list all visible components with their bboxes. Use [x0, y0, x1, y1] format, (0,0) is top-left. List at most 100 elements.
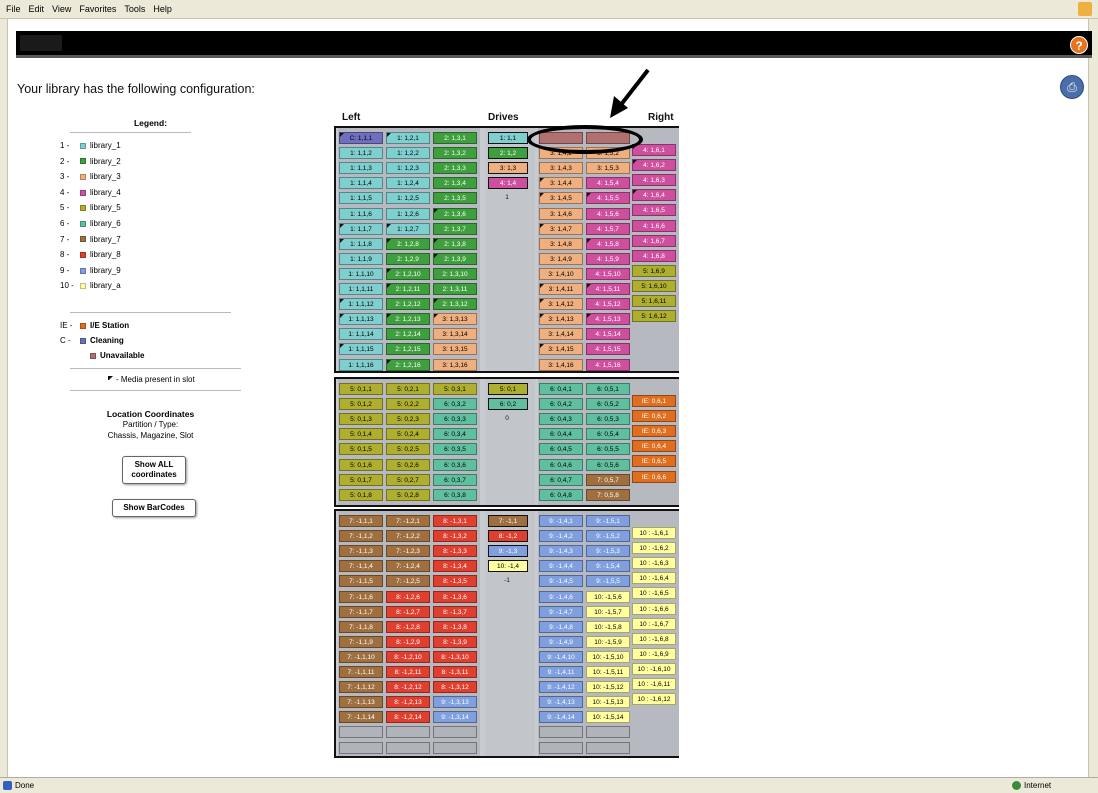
storage-slot[interactable]: 4: 1,6,4 [632, 189, 676, 202]
storage-slot[interactable]: 4: 1,6,1 [632, 144, 676, 156]
storage-slot[interactable]: C: 1,1,1 [339, 132, 383, 144]
storage-slot[interactable]: 1: 1,1,2 [339, 147, 383, 160]
storage-slot[interactable]: 10 : -1,6,2 [632, 542, 676, 555]
storage-slot[interactable]: 6: 0,5,3 [586, 413, 630, 426]
storage-slot[interactable]: 6: 0,4,3 [539, 413, 583, 426]
storage-slot[interactable]: 8: -1,3,4 [433, 560, 477, 573]
storage-slot[interactable]: 1: 1,1,16 [339, 358, 383, 371]
storage-slot[interactable]: 3: 1,4,9 [539, 252, 583, 265]
storage-slot[interactable]: 6: 0,3,6 [433, 458, 477, 471]
drive-slot[interactable]: 1: 1,1 [488, 132, 528, 144]
empty-slot[interactable] [386, 741, 430, 754]
storage-slot[interactable]: IE: 0,6,1 [632, 395, 676, 407]
storage-slot[interactable]: 2: 1,3,10 [433, 267, 477, 280]
drive-slot[interactable]: 9: -1,3 [488, 545, 528, 558]
storage-slot[interactable]: 2: 1,2,15 [386, 343, 430, 356]
storage-slot[interactable]: 9: -1,4,4 [539, 560, 583, 573]
show-barcodes-button[interactable]: Show BarCodes [112, 499, 196, 517]
storage-slot[interactable]: 10: -1,5,8 [586, 620, 630, 633]
storage-slot[interactable]: 7: 0,5,7 [586, 473, 630, 486]
storage-slot[interactable]: 4: 1,5,4 [586, 177, 630, 190]
storage-slot[interactable]: 10 : -1,6,1 [632, 527, 676, 539]
storage-slot[interactable]: 2: 1,2,9 [386, 252, 430, 265]
storage-slot[interactable]: IE: 0,6,5 [632, 455, 676, 468]
storage-slot[interactable]: 3: 1,5,3 [586, 162, 630, 175]
storage-slot[interactable]: 3: 1,3,16 [433, 358, 477, 371]
storage-slot[interactable]: 4: 1,5,14 [586, 328, 630, 341]
storage-slot[interactable]: 10 : -1,6,12 [632, 693, 676, 706]
storage-slot[interactable]: 2: 1,3,5 [433, 192, 477, 205]
storage-slot[interactable]: 3: 1,4,15 [539, 343, 583, 356]
drive-slot[interactable]: 6: 0,2 [488, 398, 528, 411]
storage-slot[interactable]: 3: 1,4,14 [539, 328, 583, 341]
storage-slot[interactable]: 7: -1,1,8 [339, 620, 383, 633]
storage-slot[interactable]: 7: -1,2,2 [386, 530, 430, 543]
storage-slot[interactable]: 8: -1,3,3 [433, 545, 477, 558]
storage-slot[interactable]: 4: 1,5,8 [586, 237, 630, 250]
storage-slot[interactable]: 6: 0,5,6 [586, 458, 630, 471]
storage-slot[interactable]: 1: 1,1,10 [339, 267, 383, 280]
storage-slot[interactable]: 8: -1,2,6 [386, 590, 430, 603]
storage-slot[interactable]: 10 : -1,6,11 [632, 678, 676, 690]
storage-slot[interactable]: 7: -1,1,5 [339, 575, 383, 588]
storage-slot[interactable]: 5: 0,3,1 [433, 383, 477, 395]
storage-slot[interactable]: 3: 1,4,7 [539, 222, 583, 235]
storage-slot[interactable]: 5: 0,2,3 [386, 413, 430, 426]
empty-slot[interactable] [433, 726, 477, 739]
storage-slot[interactable]: 9: -1,4,2 [539, 530, 583, 543]
empty-slot[interactable] [539, 726, 583, 739]
show-all-coordinates-button[interactable]: Show ALL coordinates [122, 456, 186, 484]
storage-slot[interactable]: 1: 1,1,7 [339, 222, 383, 235]
storage-slot[interactable]: 7: 0,5,8 [586, 488, 630, 501]
storage-slot[interactable]: 2: 1,3,12 [433, 298, 477, 311]
storage-slot[interactable]: 5: 0,1,2 [339, 398, 383, 411]
storage-slot[interactable]: 3: 1,4,4 [539, 177, 583, 190]
storage-slot[interactable]: 1: 1,1,13 [339, 313, 383, 326]
storage-slot[interactable]: 5: 0,2,8 [386, 488, 430, 501]
storage-slot[interactable]: 5: 0,1,5 [339, 443, 383, 456]
empty-slot[interactable] [539, 741, 583, 754]
storage-slot[interactable]: 3: 1,4,16 [539, 358, 583, 371]
storage-slot[interactable]: 8: -1,3,11 [433, 666, 477, 678]
storage-slot[interactable]: 10 : -1,6,9 [632, 647, 676, 660]
storage-slot[interactable]: 7: -1,1,4 [339, 560, 383, 573]
storage-slot[interactable]: 1: 1,1,6 [339, 207, 383, 220]
storage-slot[interactable]: 6: 0,5,5 [586, 443, 630, 456]
storage-slot[interactable]: 9: -1,5,2 [586, 530, 630, 543]
storage-slot[interactable]: 9: -1,5,3 [586, 545, 630, 558]
storage-slot[interactable]: 9: -1,4,8 [539, 620, 583, 633]
storage-slot[interactable]: 1: 1,1,4 [339, 177, 383, 190]
storage-slot[interactable]: 9: -1,3,14 [433, 711, 477, 724]
storage-slot[interactable]: 3: 1,3,15 [433, 343, 477, 356]
empty-slot[interactable] [586, 741, 630, 754]
storage-slot[interactable]: 3: 1,4,10 [539, 267, 583, 280]
storage-slot[interactable]: 7: -1,1,13 [339, 696, 383, 709]
storage-slot[interactable]: 9: -1,3,13 [433, 696, 477, 709]
storage-slot[interactable]: 10 : -1,6,3 [632, 557, 676, 570]
storage-slot[interactable]: 3: 1,4,12 [539, 298, 583, 311]
storage-slot[interactable]: 4: 1,5,9 [586, 252, 630, 265]
storage-slot[interactable]: 2: 1,3,9 [433, 252, 477, 265]
storage-slot[interactable]: 4: 1,5,15 [586, 343, 630, 356]
storage-slot[interactable]: 8: -1,2,13 [386, 696, 430, 709]
storage-slot[interactable]: 2: 1,2,11 [386, 283, 430, 295]
storage-slot[interactable]: 8: -1,3,10 [433, 650, 477, 663]
storage-slot[interactable]: 2: 1,3,11 [433, 283, 477, 295]
storage-slot[interactable]: 7: -1,2,5 [386, 575, 430, 588]
storage-slot[interactable]: 4: 1,5,13 [586, 313, 630, 326]
storage-slot[interactable]: IE: 0,6,2 [632, 410, 676, 423]
storage-slot[interactable]: 10 : -1,6,7 [632, 617, 676, 630]
storage-slot[interactable]: 9: -1,4,13 [539, 696, 583, 709]
storage-slot[interactable]: 10: -1,5,6 [586, 590, 630, 603]
storage-slot[interactable]: 4: 1,6,3 [632, 174, 676, 187]
storage-slot[interactable]: 10: -1,5,7 [586, 605, 630, 618]
storage-slot[interactable]: 5: 1,6,10 [632, 279, 676, 292]
empty-slot[interactable] [386, 726, 430, 739]
storage-slot[interactable]: 1: 1,1,5 [339, 192, 383, 205]
storage-slot[interactable]: 5: 0,2,7 [386, 473, 430, 486]
storage-slot[interactable]: 6: 0,4,5 [539, 443, 583, 456]
storage-slot[interactable]: 5: 0,2,6 [386, 458, 430, 471]
storage-slot[interactable]: 5: 0,2,4 [386, 428, 430, 441]
storage-slot[interactable]: IE: 0,6,3 [632, 425, 676, 438]
storage-slot[interactable]: 1: 1,1,11 [339, 283, 383, 295]
